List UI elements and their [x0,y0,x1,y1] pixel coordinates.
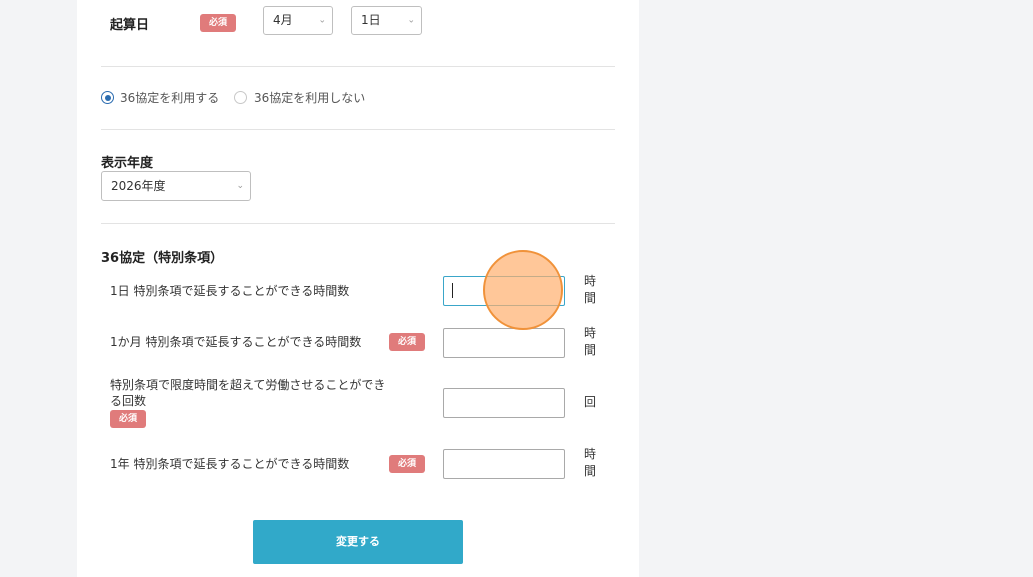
kisanbi-day-select[interactable]: 1日 ⌄ [351,6,422,35]
text-caret [452,283,453,298]
monthly-hours-input[interactable] [443,328,565,358]
submit-button[interactable]: 変更する [253,520,463,564]
yearly-hours-input[interactable] [443,449,565,479]
special-clause-title: 36協定（特別条項） [101,251,224,266]
kisanbi-day-value: 1日 [361,13,381,27]
unit-hours: 時間 [584,326,597,357]
row-label-monthly-hours: 1か月 特別条項で延長することができる時間数 [110,335,362,349]
chevron-down-icon: ⌄ [236,181,244,191]
radio-use-36-agreement[interactable] [101,91,114,104]
radio-not-use-label[interactable]: 36協定を利用しない [254,89,365,106]
row-label-yearly-hours: 1年 特別条項で延長することができる時間数 [110,457,350,471]
exceed-count-input[interactable] [443,388,565,418]
required-badge: 必須 [110,410,146,428]
unit-hours: 時間 [584,274,597,305]
required-badge: 必須 [389,455,425,473]
chevron-down-icon: ⌄ [407,15,415,25]
unit-hours: 時間 [584,447,597,478]
display-year-select[interactable]: 2026年度 ⌄ [101,171,251,201]
required-badge: 必須 [200,14,236,32]
divider [101,129,615,130]
radio-use-label[interactable]: 36協定を利用する [120,89,219,106]
divider [101,66,615,67]
radio-not-use-36-agreement[interactable] [234,91,247,104]
kisanbi-label: 起算日 [110,18,150,33]
required-badge: 必須 [389,333,425,351]
unit-times: 回 [584,395,597,409]
display-year-value: 2026年度 [111,179,166,193]
click-indicator [483,250,563,330]
kisanbi-month-value: 4月 [273,13,293,27]
row-label-exceed-count: 特別条項で限度時間を超えて労働させることができる回数 [110,378,386,408]
chevron-down-icon: ⌄ [318,15,326,25]
display-year-label: 表示年度 [101,156,154,171]
divider [101,223,615,224]
row-label-daily-hours: 1日 特別条項で延長することができる時間数 [110,284,350,298]
kisanbi-month-select[interactable]: 4月 ⌄ [263,6,333,35]
